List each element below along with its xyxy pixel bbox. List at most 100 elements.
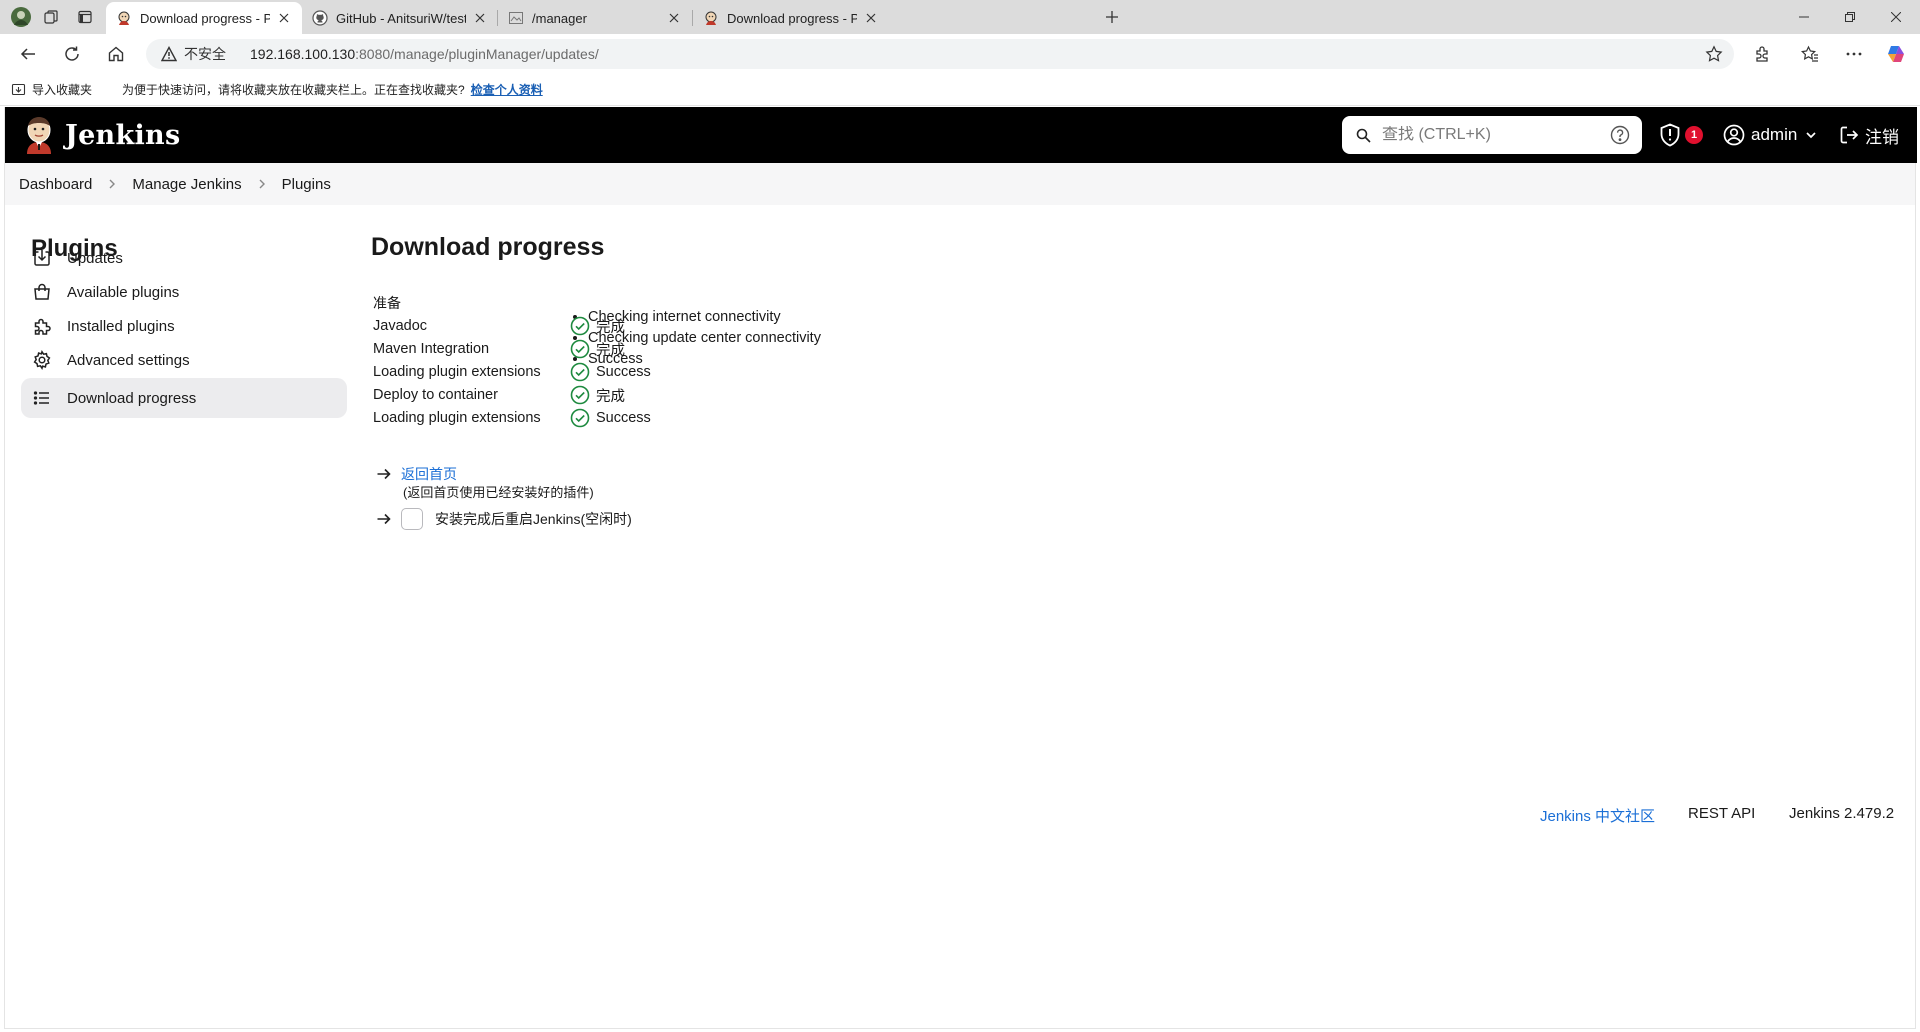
check-circle-icon — [569, 384, 591, 406]
close-tab-icon[interactable] — [276, 10, 292, 26]
job-status: Success — [596, 410, 651, 426]
jenkins-page: Jenkins 1 admin — [4, 107, 1917, 1029]
tab-jenkins-download-progress[interactable]: Download progress - Plugins [Jenkins] — [106, 2, 302, 34]
url-text[interactable]: 192.168.100.130:8080/manage/pluginManage… — [250, 46, 599, 62]
home-button[interactable] — [100, 38, 132, 70]
import-favorites-button[interactable]: 导入收藏夹 — [10, 81, 92, 98]
job-row: Deploy to container 完成 — [373, 383, 625, 407]
jenkins-header: Jenkins 1 admin — [5, 107, 1917, 163]
security-shield-icon[interactable] — [1657, 122, 1683, 148]
back-home-link[interactable]: 返回首页 — [401, 464, 457, 484]
security-badge[interactable]: 1 — [1685, 126, 1703, 144]
footer-community-link[interactable]: Jenkins 中文社区 — [1540, 805, 1655, 826]
close-tab-icon[interactable] — [472, 10, 488, 26]
restart-row: 安装完成后重启Jenkins(空闲时) — [375, 508, 632, 530]
logout-icon — [1838, 124, 1860, 146]
restart-checkbox[interactable] — [401, 508, 423, 530]
sidebar-item-advanced-settings[interactable]: Advanced settings — [21, 340, 347, 380]
search-icon — [1354, 126, 1372, 144]
job-row: Maven Integration 完成 — [373, 337, 625, 361]
chevron-down-icon[interactable] — [1804, 128, 1818, 142]
job-name: Maven Integration — [373, 341, 490, 357]
chevron-right-icon — [256, 178, 268, 190]
job-name: Loading plugin extensions — [373, 410, 541, 426]
sidebar-item-label: Download progress — [67, 389, 197, 407]
favorites-icon[interactable] — [1794, 38, 1826, 70]
check-profile-link[interactable]: 检查个人资料 — [471, 81, 543, 98]
user-menu[interactable]: admin — [1723, 120, 1818, 150]
copilot-icon[interactable] — [1880, 38, 1912, 70]
check-circle-icon — [569, 338, 591, 360]
arrow-right-icon — [375, 465, 393, 483]
close-window-button[interactable] — [1873, 0, 1919, 34]
username-label[interactable]: admin — [1751, 125, 1797, 145]
job-status: 完成 — [596, 388, 625, 405]
tab-title: Download progress - Plugins [Jenkins] — [140, 10, 270, 26]
gear-icon — [31, 349, 53, 371]
back-home-row: 返回首页 — [375, 464, 457, 484]
address-bar[interactable]: 不安全 192.168.100.130:8080/manage/pluginMa… — [146, 39, 1734, 69]
search-input[interactable] — [1382, 126, 1592, 144]
logout-label[interactable]: 注销 — [1865, 123, 1899, 148]
browser-tab-strip: Download progress - Plugins [Jenkins] Gi… — [0, 0, 1920, 34]
page-favicon-icon — [508, 10, 524, 26]
arrow-right-icon — [375, 510, 393, 528]
more-menu-icon[interactable] — [1838, 38, 1870, 70]
job-name: Deploy to container — [373, 387, 498, 403]
favorite-star-icon[interactable] — [1704, 44, 1724, 64]
close-tab-icon[interactable] — [666, 10, 682, 26]
sidebar-item-label: Available plugins — [67, 283, 180, 301]
footer-rest-api-link[interactable]: REST API — [1688, 805, 1755, 822]
footer-version[interactable]: Jenkins 2.479.2 — [1789, 805, 1894, 822]
profile-avatar-icon[interactable] — [8, 5, 34, 29]
job-status: 完成 — [596, 319, 625, 336]
prep-label: 准备 — [373, 295, 401, 311]
breadcrumb-manage-jenkins[interactable]: Manage Jenkins — [132, 176, 241, 193]
jenkins-logo[interactable]: Jenkins — [23, 116, 180, 154]
download-icon — [31, 247, 53, 269]
jenkins-favicon-icon — [703, 10, 719, 26]
breadcrumb-dashboard[interactable]: Dashboard — [19, 176, 92, 193]
jenkins-brand-text: Jenkins — [65, 119, 181, 151]
jenkins-search-box[interactable] — [1342, 116, 1642, 154]
refresh-button[interactable] — [56, 38, 88, 70]
breadcrumb: Dashboard Manage Jenkins Plugins — [5, 163, 1915, 205]
sidebar-item-download-progress[interactable]: Download progress — [21, 378, 347, 418]
search-help-icon[interactable] — [1610, 125, 1630, 145]
tab-github-test2[interactable]: GitHub - AnitsuriW/test2 — [302, 2, 498, 34]
list-icon — [31, 387, 53, 409]
minimize-window-button[interactable] — [1781, 0, 1827, 34]
check-circle-icon — [569, 407, 591, 429]
sidebar-item-label: Updates — [67, 249, 123, 267]
favorites-bar-message: 为便于快速访问，请将收藏夹放在收藏夹栏上。正在查找收藏夹? — [122, 83, 465, 97]
tab-manager[interactable]: /manager — [498, 2, 692, 34]
job-row: Loading plugin extensions Success — [373, 360, 651, 384]
tab-title: /manager — [532, 10, 587, 26]
logout-button[interactable]: 注销 — [1838, 120, 1899, 150]
sidebar-item-label: Advanced settings — [67, 351, 190, 369]
breadcrumb-plugins[interactable]: Plugins — [282, 176, 331, 193]
job-name: Javadoc — [373, 318, 428, 334]
restart-label[interactable]: 安装完成后重启Jenkins(空闲时) — [435, 509, 632, 529]
jenkins-favicon-icon — [116, 10, 132, 26]
user-icon — [1723, 124, 1745, 146]
new-tab-button[interactable] — [1098, 4, 1126, 30]
check-circle-icon — [569, 361, 591, 383]
insecure-label[interactable]: 不安全 — [184, 44, 226, 64]
import-icon — [10, 82, 26, 98]
page-title: Download progress — [371, 233, 605, 261]
vertical-tabs-icon[interactable] — [72, 5, 98, 29]
job-row: Loading plugin extensions Success — [373, 406, 651, 430]
tab-title: GitHub - AnitsuriW/test2 — [336, 10, 466, 26]
puzzle-icon — [31, 315, 53, 337]
close-tab-icon[interactable] — [863, 10, 879, 26]
extensions-icon[interactable] — [1746, 38, 1778, 70]
back-button[interactable] — [12, 38, 44, 70]
github-favicon-icon — [312, 10, 328, 26]
workspaces-icon[interactable] — [38, 5, 64, 29]
warning-triangle-icon[interactable] — [160, 45, 178, 63]
tab-jenkins-download-progress-2[interactable]: Download progress - Plugins [Jenkins] — [693, 2, 889, 34]
restore-window-button[interactable] — [1827, 0, 1873, 34]
check-circle-icon — [569, 315, 591, 337]
tab-title: Download progress - Plugins [Jenkins] — [727, 10, 857, 26]
